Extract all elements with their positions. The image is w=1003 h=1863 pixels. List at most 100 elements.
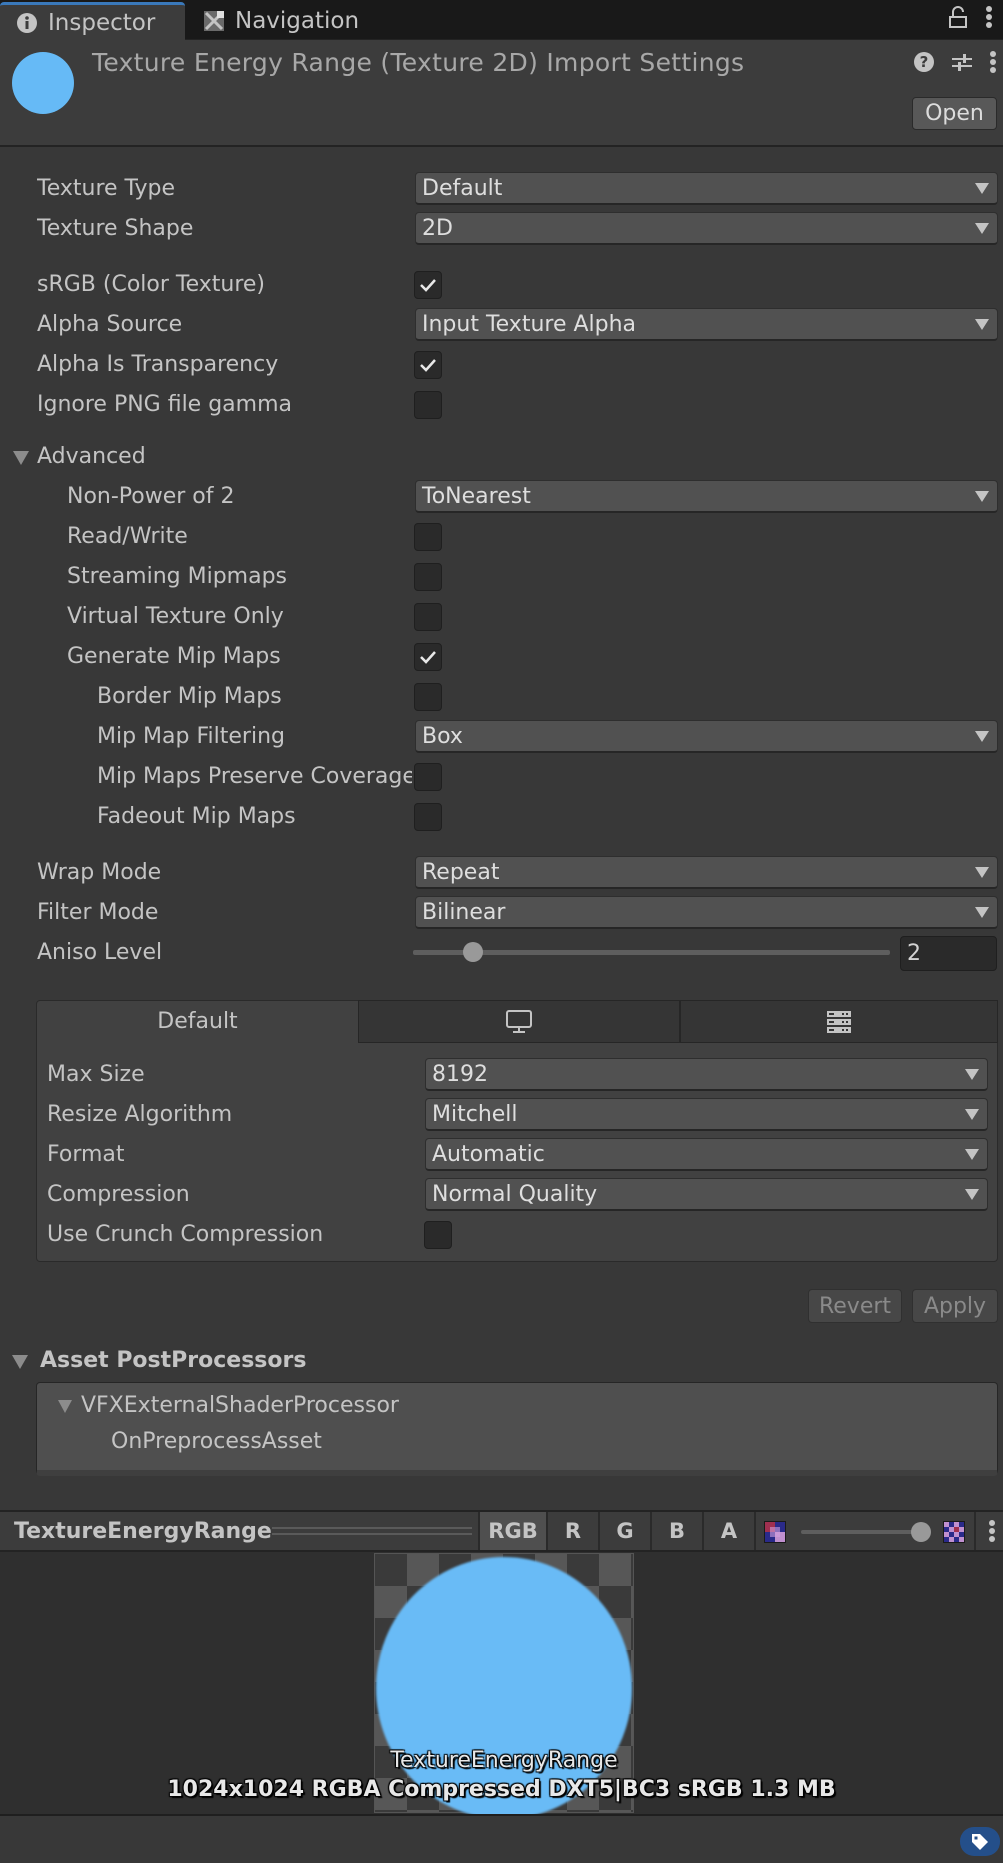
platform-tab-server[interactable] — [680, 1000, 998, 1043]
revert-button[interactable]: Revert — [808, 1289, 902, 1323]
preview-overlay-name: TextureEnergyRange — [390, 1748, 618, 1773]
asset-labels-button[interactable] — [960, 1827, 1000, 1856]
tab-navigation-label: Navigation — [235, 8, 360, 34]
use-crunch-checkbox[interactable] — [424, 1221, 452, 1249]
ignore-png-gamma-checkbox[interactable] — [414, 391, 442, 419]
aniso-level-slider-thumb[interactable] — [462, 942, 483, 962]
server-icon — [827, 1010, 851, 1033]
mip-level-slider-track[interactable] — [801, 1530, 921, 1534]
mip-maps-preserve-coverage-label: Mip Maps Preserve Coverage — [97, 764, 412, 789]
border-mip-maps-label: Border Mip Maps — [97, 684, 282, 709]
toolbar-divider — [974, 1512, 976, 1550]
non-power-of-2-value: ToNearest — [422, 483, 531, 509]
compression-value: Normal Quality — [432, 1181, 598, 1207]
open-button[interactable]: Open — [912, 97, 997, 130]
texture-type-label: Texture Type — [37, 176, 176, 201]
channel-r-button[interactable]: R — [546, 1512, 598, 1550]
wrap-mode-dropdown[interactable]: Repeat — [415, 856, 998, 889]
fadeout-mip-maps-label: Fadeout Mip Maps — [97, 804, 296, 829]
fadeout-mip-maps-checkbox[interactable] — [414, 803, 442, 831]
streaming-mipmaps-checkbox[interactable] — [414, 563, 442, 591]
aniso-level-field[interactable]: 2 — [900, 936, 997, 971]
ignore-png-gamma-label: Ignore PNG file gamma — [37, 392, 292, 417]
advanced-foldout-label[interactable]: Advanced — [37, 444, 146, 469]
texture-type-dropdown[interactable]: Default — [415, 172, 998, 205]
compression-dropdown[interactable]: Normal Quality — [425, 1178, 988, 1211]
texture-shape-dropdown[interactable]: 2D — [415, 212, 998, 245]
alpha-source-label: Alpha Source — [37, 312, 183, 337]
format-dropdown[interactable]: Automatic — [425, 1138, 988, 1171]
processor-foldout-icon[interactable] — [58, 1400, 72, 1413]
chevron-down-icon — [965, 1149, 979, 1160]
tab-inspector[interactable]: Inspector — [0, 2, 185, 40]
channel-rgb-button[interactable]: RGB — [478, 1512, 546, 1550]
border-mip-maps-checkbox[interactable] — [414, 683, 442, 711]
chevron-down-icon — [975, 867, 989, 878]
aniso-level-label: Aniso Level — [37, 940, 163, 965]
read-write-checkbox[interactable] — [414, 523, 442, 551]
chevron-down-icon — [975, 491, 989, 502]
postprocessors-foldout-icon[interactable] — [12, 1355, 28, 1369]
alpha-is-transparency-checkbox[interactable] — [414, 351, 442, 379]
non-power-of-2-dropdown[interactable]: ToNearest — [415, 480, 998, 513]
preview-menu-icon[interactable] — [988, 1519, 996, 1549]
mip-small-icon — [764, 1521, 786, 1549]
wrap-mode-value: Repeat — [422, 859, 500, 885]
platform-tab-standalone[interactable] — [358, 1000, 680, 1043]
checkmark-icon — [420, 279, 436, 292]
filter-mode-value: Bilinear — [422, 899, 506, 925]
lock-icon[interactable] — [949, 6, 967, 34]
generate-mip-maps-label: Generate Mip Maps — [67, 644, 281, 669]
generate-mip-maps-checkbox[interactable] — [414, 643, 442, 671]
channel-a-button[interactable]: A — [702, 1512, 754, 1550]
preview-title: TextureEnergyRange — [14, 1519, 272, 1544]
help-icon[interactable]: ? — [913, 51, 935, 79]
apply-button[interactable]: Apply — [912, 1289, 998, 1323]
virtual-texture-only-checkbox[interactable] — [414, 603, 442, 631]
channel-g-button[interactable]: G — [598, 1512, 650, 1550]
preview-drag-handle[interactable] — [272, 1527, 472, 1535]
chevron-down-icon — [975, 183, 989, 194]
monitor-icon — [506, 1009, 532, 1033]
presets-icon[interactable] — [951, 51, 973, 79]
chevron-down-icon — [965, 1189, 979, 1200]
resize-algorithm-dropdown[interactable]: Mitchell — [425, 1098, 988, 1131]
aniso-level-slider-track[interactable] — [413, 950, 890, 955]
advanced-foldout-icon[interactable] — [13, 451, 29, 465]
texture-shape-label: Texture Shape — [37, 216, 194, 241]
header-menu-icon[interactable] — [989, 50, 997, 80]
tab-menu-icon[interactable] — [985, 5, 993, 35]
preview-overlay-info: 1024x1024 RGBA Compressed DXT5|BC3 sRGB … — [167, 1777, 836, 1802]
format-value: Automatic — [432, 1141, 545, 1167]
processor-name[interactable]: VFXExternalShaderProcessor — [81, 1393, 399, 1418]
srgb-checkbox[interactable] — [414, 271, 442, 299]
tab-navigation[interactable]: Navigation — [200, 2, 359, 40]
chevron-down-icon — [965, 1069, 979, 1080]
alpha-is-transparency-label: Alpha Is Transparency — [37, 352, 279, 377]
mip-map-filtering-dropdown[interactable]: Box — [415, 720, 998, 753]
inspector-footer — [0, 1814, 1003, 1863]
svg-text:?: ? — [920, 53, 929, 71]
chevron-down-icon — [975, 907, 989, 918]
resize-algorithm-label: Resize Algorithm — [47, 1102, 233, 1127]
mip-level-slider-thumb[interactable] — [911, 1522, 931, 1542]
asset-thumbnail-icon — [12, 52, 74, 114]
read-write-label: Read/Write — [67, 524, 188, 549]
filter-mode-dropdown[interactable]: Bilinear — [415, 896, 998, 929]
inspector-title: Texture Energy Range (Texture 2D) Import… — [92, 48, 745, 77]
channel-b-button[interactable]: B — [650, 1512, 702, 1550]
non-power-of-2-label: Non-Power of 2 — [67, 484, 235, 509]
platform-tab-default[interactable]: Default — [37, 1000, 358, 1043]
mip-maps-preserve-coverage-checkbox[interactable] — [414, 763, 442, 791]
info-icon — [16, 12, 38, 34]
compression-label: Compression — [47, 1182, 190, 1207]
resize-algorithm-value: Mitchell — [432, 1101, 518, 1127]
max-size-value: 8192 — [432, 1061, 488, 1087]
srgb-label: sRGB (Color Texture) — [37, 272, 266, 297]
use-crunch-label: Use Crunch Compression — [47, 1222, 324, 1247]
max-size-label: Max Size — [47, 1062, 145, 1087]
postprocessors-label[interactable]: Asset PostProcessors — [40, 1348, 306, 1373]
max-size-dropdown[interactable]: 8192 — [425, 1058, 988, 1091]
alpha-source-dropdown[interactable]: Input Texture Alpha — [415, 308, 998, 341]
mip-large-icon — [943, 1521, 965, 1549]
